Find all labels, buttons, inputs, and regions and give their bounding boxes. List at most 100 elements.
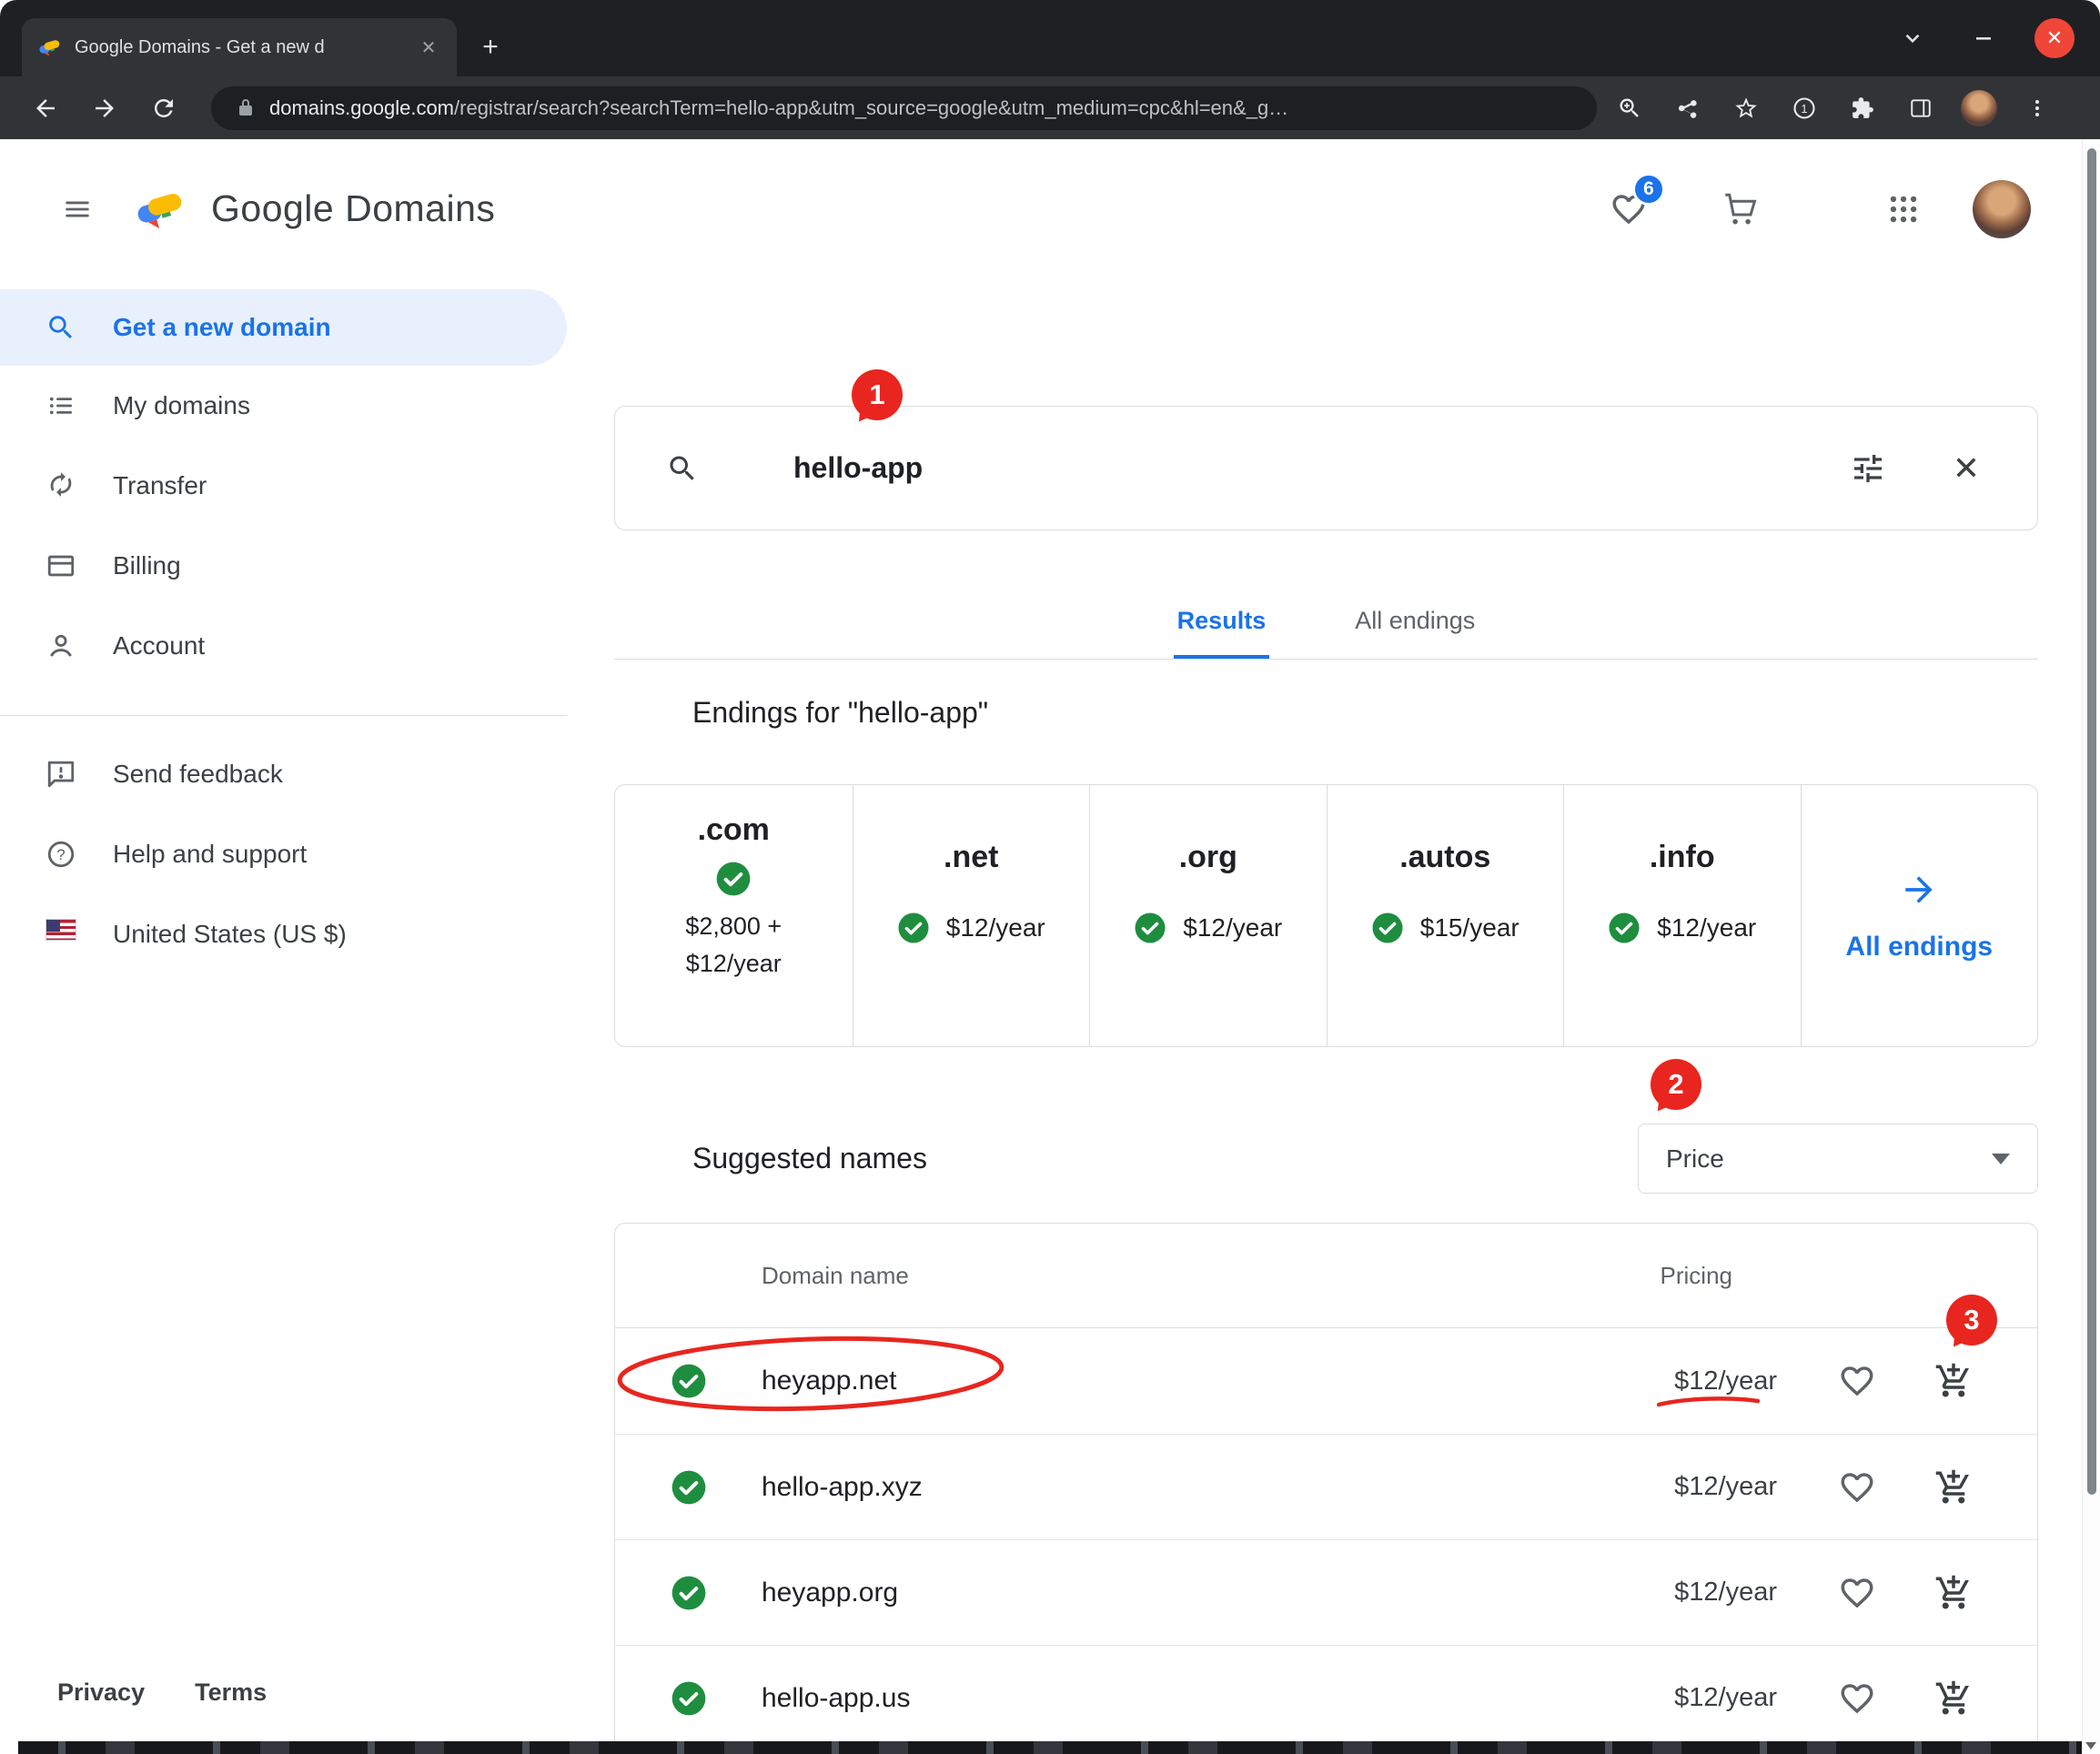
add-to-cart-icon[interactable] xyxy=(1932,1677,1975,1720)
back-icon[interactable] xyxy=(25,88,66,128)
feedback-icon xyxy=(45,759,76,790)
reload-icon[interactable] xyxy=(144,88,184,128)
table-row[interactable]: heyapp.org $12/year xyxy=(615,1539,2037,1645)
side-panel-icon[interactable] xyxy=(1901,88,1941,128)
favorites-heart-icon[interactable]: 6 xyxy=(1607,187,1651,231)
sidebar-item-label: Account xyxy=(113,631,205,660)
add-to-cart-icon[interactable] xyxy=(1932,1571,1975,1615)
add-to-cart-icon[interactable] xyxy=(1932,1359,1975,1403)
account-avatar[interactable] xyxy=(1973,180,2031,238)
domain-name: hello-app.us xyxy=(762,1683,910,1714)
available-check-icon xyxy=(671,1575,707,1611)
credit-card-icon xyxy=(45,550,76,581)
ending-card-com[interactable]: .com $2,800 +$12/year xyxy=(615,785,853,1046)
browser-profile-avatar[interactable] xyxy=(1959,88,1999,128)
vertical-scrollbar[interactable] xyxy=(2082,139,2100,1754)
sidebar-footer: Privacy Terms xyxy=(57,1678,267,1707)
help-icon: ? xyxy=(45,839,76,870)
privacy-link[interactable]: Privacy xyxy=(57,1678,145,1707)
page: Google Domains 6 Get a new dom xyxy=(0,139,2100,1754)
endings-heading: Endings for "hello-app" xyxy=(614,696,2038,730)
brand-wordmark: Google Domains xyxy=(211,187,495,230)
endings-cards: .com $2,800 +$12/year .net $12/year .org… xyxy=(614,784,2038,1047)
all-endings-link[interactable]: All endings xyxy=(1845,932,1993,963)
filter-tune-icon[interactable] xyxy=(1848,449,1888,489)
sidebar-item-help-and-support[interactable]: ? Help and support xyxy=(0,814,567,894)
card-price: $2,800 +$12/year xyxy=(685,908,782,982)
available-check-icon xyxy=(671,1363,707,1399)
domain-name: heyapp.org xyxy=(762,1578,898,1608)
sidebar-item-send-feedback[interactable]: Send feedback xyxy=(0,734,567,814)
browser-menu-kebab-icon[interactable] xyxy=(2017,88,2057,128)
available-check-icon xyxy=(1134,912,1166,944)
google-apps-grid-icon[interactable] xyxy=(1882,187,1925,231)
favorite-heart-icon[interactable] xyxy=(1835,1466,1879,1509)
sidebar-item-label: Help and support xyxy=(113,840,307,869)
search-query-text: hello-app xyxy=(793,451,923,485)
svg-text:?: ? xyxy=(56,846,65,863)
tab-title: Google Domains - Get a new d xyxy=(75,37,402,58)
arrow-forward-icon xyxy=(1899,870,1939,910)
extensions-puzzle-icon[interactable] xyxy=(1843,88,1883,128)
tab-close-icon[interactable]: ✕ xyxy=(415,34,442,61)
scroll-down-button[interactable] xyxy=(2082,1738,2100,1754)
favorites-count-badge: 6 xyxy=(1632,173,1665,206)
card-price: $12/year xyxy=(1183,913,1282,943)
card-price: $12/year xyxy=(1657,913,1756,943)
ending-card-org[interactable]: .org $12/year xyxy=(1089,785,1327,1046)
cart-icon[interactable] xyxy=(1718,187,1762,231)
zoom-icon[interactable] xyxy=(1610,88,1650,128)
table-row[interactable]: hello-app.xyz $12/year xyxy=(615,1434,2037,1539)
browser-tab[interactable]: Google Domains - Get a new d ✕ xyxy=(22,18,457,76)
tab-all-endings[interactable]: All endings xyxy=(1351,583,1479,659)
card-price: $12/year xyxy=(946,913,1045,943)
favorite-heart-icon[interactable] xyxy=(1835,1359,1879,1403)
forward-icon[interactable] xyxy=(85,88,125,128)
share-icon[interactable] xyxy=(1668,88,1708,128)
extension-1password-icon[interactable]: 1 xyxy=(1784,88,1824,128)
tab-favicon-icon xyxy=(38,37,62,57)
window-close-icon[interactable]: ✕ xyxy=(2034,18,2075,58)
available-check-icon xyxy=(671,1680,707,1717)
annotation-step-2-badge: 2 xyxy=(1651,1059,1701,1110)
new-tab-button[interactable]: + xyxy=(471,28,510,66)
scrollbar-thumb[interactable] xyxy=(2087,148,2096,1495)
sort-by-price-select[interactable]: Price xyxy=(1638,1124,2038,1194)
sidebar-item-label: United States (US $) xyxy=(113,920,347,949)
terms-link[interactable]: Terms xyxy=(195,1678,267,1707)
card-price: $15/year xyxy=(1420,913,1519,943)
ending-card-info[interactable]: .info $12/year xyxy=(1563,785,1801,1046)
sidebar-item-billing[interactable]: Billing xyxy=(0,526,567,606)
hamburger-menu-icon[interactable] xyxy=(56,187,99,231)
window-minimize-icon[interactable] xyxy=(1964,18,2004,58)
table-row[interactable]: hello-app.us $12/year xyxy=(615,1645,2037,1750)
bookmark-star-icon[interactable] xyxy=(1726,88,1766,128)
url-text: domains.google.com/registrar/search?sear… xyxy=(269,96,1288,120)
available-check-icon xyxy=(1371,912,1404,944)
search-icon xyxy=(45,312,76,343)
clear-search-icon[interactable]: ✕ xyxy=(1946,449,1986,489)
table-row[interactable]: heyapp.net $12/year xyxy=(615,1328,2037,1434)
browser-window: Google Domains - Get a new d ✕ + ✕ xyxy=(0,0,2100,1754)
window-chevron-down-icon[interactable] xyxy=(1893,18,1933,58)
table-header: Domain name Pricing xyxy=(615,1224,2037,1328)
sidebar-item-transfer[interactable]: Transfer xyxy=(0,446,567,526)
clipped-content-strip xyxy=(18,1741,2082,1754)
sidebar-item-my-domains[interactable]: My domains xyxy=(0,366,567,446)
domain-search-input[interactable]: hello-app ✕ xyxy=(614,406,2038,530)
domain-price: $12/year xyxy=(1674,1683,1777,1713)
sidebar-item-get-a-new-domain[interactable]: Get a new domain xyxy=(0,289,567,366)
favorite-heart-icon[interactable] xyxy=(1835,1571,1879,1615)
tab-strip: Google Domains - Get a new d ✕ + ✕ xyxy=(0,0,2100,76)
ending-card-autos[interactable]: .autos $15/year xyxy=(1327,785,1564,1046)
ending-card-net[interactable]: .net $12/year xyxy=(853,785,1090,1046)
all-endings-card[interactable]: All endings xyxy=(1801,785,2038,1046)
sidebar-item-account[interactable]: Account xyxy=(0,606,567,686)
available-check-icon xyxy=(671,1469,707,1506)
google-domains-logo-icon[interactable] xyxy=(135,187,187,231)
add-to-cart-icon[interactable] xyxy=(1932,1466,1975,1509)
sidebar-item-locale[interactable]: United States (US $) xyxy=(0,894,567,974)
favorite-heart-icon[interactable] xyxy=(1835,1677,1879,1720)
tab-results[interactable]: Results xyxy=(1174,583,1270,659)
address-bar[interactable]: domains.google.com/registrar/search?sear… xyxy=(211,86,1597,130)
